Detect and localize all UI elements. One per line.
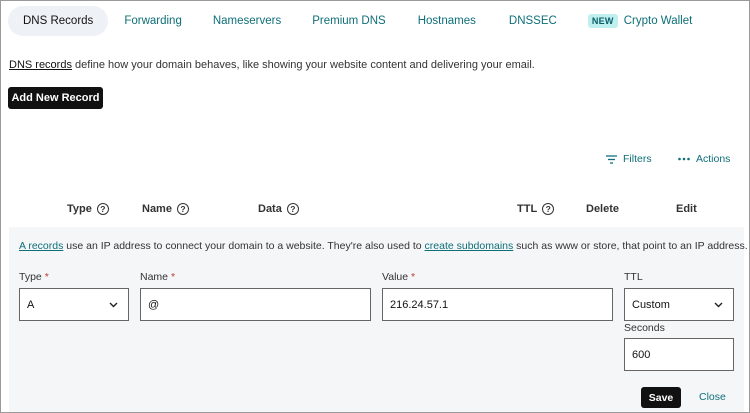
column-ttl-label: TTL: [517, 203, 538, 215]
help-icon[interactable]: ?: [176, 203, 189, 215]
chevron-down-icon: [109, 302, 118, 308]
tab-forwarding[interactable]: Forwarding: [124, 6, 182, 36]
column-name: Name ?: [142, 203, 189, 215]
name-input[interactable]: @: [140, 288, 371, 321]
save-button[interactable]: Save: [641, 387, 681, 408]
filters-label: Filters: [623, 153, 652, 165]
name-field-label: Name *: [140, 271, 175, 283]
tab-dnssec[interactable]: DNSSEC: [509, 6, 557, 36]
column-name-label: Name: [142, 203, 172, 215]
a-records-link[interactable]: A records: [19, 240, 63, 252]
column-edit-label: Edit: [676, 203, 697, 215]
column-edit: Edit: [676, 203, 697, 215]
tab-nameservers[interactable]: Nameservers: [213, 6, 281, 36]
column-delete: Delete: [586, 203, 619, 215]
tab-dns-records[interactable]: DNS Records: [8, 6, 109, 36]
column-ttl: TTL ?: [517, 203, 555, 215]
intro-description: define how your domain behaves, like sho…: [71, 59, 535, 71]
description-middle: use an IP address to connect your domain…: [63, 240, 425, 252]
column-data: Data ?: [258, 203, 299, 215]
type-label-text: Type: [19, 271, 42, 283]
ttl-label-text: TTL: [624, 271, 643, 283]
chevron-down-icon: [714, 302, 723, 308]
type-field-label: Type *: [19, 271, 49, 283]
help-icon[interactable]: ?: [286, 203, 299, 215]
column-type: Type ?: [67, 203, 109, 215]
dns-records-link[interactable]: DNS records: [9, 59, 72, 71]
help-icon[interactable]: ?: [542, 203, 555, 215]
help-icon[interactable]: ?: [96, 203, 109, 215]
tab-premium-dns[interactable]: Premium DNS: [312, 6, 385, 36]
add-new-record-button[interactable]: Add New Record: [8, 87, 103, 109]
intro-text: DNS records define how your domain behav…: [9, 59, 535, 71]
column-delete-label: Delete: [586, 203, 620, 215]
tab-bar: DNS Records Forwarding Nameservers Premi…: [8, 6, 692, 36]
name-label-text: Name: [140, 271, 169, 283]
actions-label: Actions: [696, 153, 731, 165]
value-field-label: Value *: [382, 271, 415, 283]
create-subdomains-link[interactable]: create subdomains: [425, 240, 514, 252]
filter-icon: [606, 154, 617, 164]
column-data-label: Data: [258, 203, 282, 215]
required-marker: *: [411, 271, 416, 283]
record-description: A records use an IP address to connect y…: [19, 240, 748, 252]
type-select-value: A: [27, 298, 35, 311]
required-marker: *: [44, 271, 49, 283]
tab-crypto-wallet-label: Crypto Wallet: [623, 15, 693, 27]
name-input-value: @: [148, 298, 160, 311]
seconds-label: Seconds: [624, 322, 665, 334]
value-label-text: Value: [382, 271, 409, 283]
value-input-value: 216.24.57.1: [390, 298, 449, 311]
description-end: such as www or store, that point to an I…: [513, 240, 748, 252]
tab-crypto-wallet[interactable]: NEW Crypto Wallet: [587, 6, 693, 36]
ttl-field-label: TTL: [624, 271, 643, 283]
required-marker: *: [170, 271, 176, 283]
ttl-select[interactable]: Custom: [624, 288, 734, 321]
value-input[interactable]: 216.24.57.1: [382, 288, 613, 321]
filters-button[interactable]: Filters: [606, 153, 652, 165]
seconds-input-value: 600: [632, 348, 651, 361]
close-button[interactable]: Close: [699, 391, 726, 403]
ttl-select-value: Custom: [632, 298, 670, 311]
seconds-input[interactable]: 600: [624, 338, 734, 371]
column-type-label: Type: [67, 203, 92, 215]
new-badge: NEW: [587, 14, 618, 28]
more-dots-icon: [678, 157, 690, 161]
actions-button[interactable]: Actions: [678, 153, 730, 165]
tab-hostnames[interactable]: Hostnames: [418, 6, 476, 36]
type-select[interactable]: A: [19, 288, 129, 321]
